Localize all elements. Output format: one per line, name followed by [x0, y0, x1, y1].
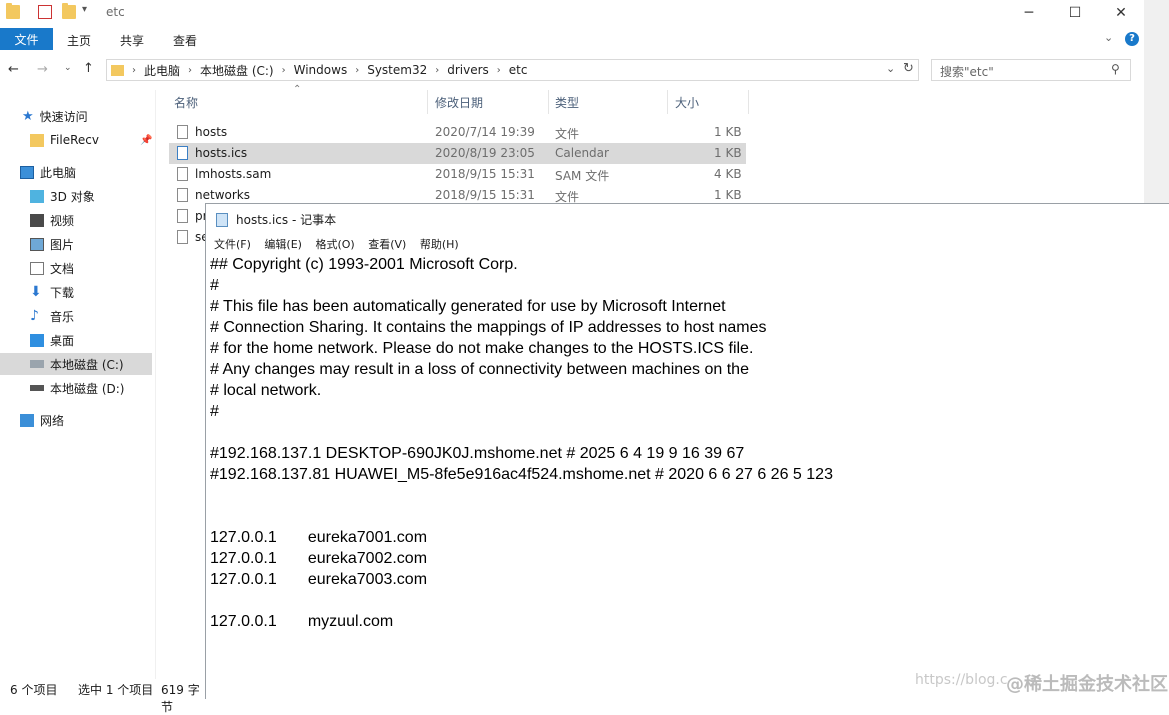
- document-icon: [30, 261, 44, 275]
- crumb-windows[interactable]: Windows: [294, 63, 348, 77]
- nav-drive-d[interactable]: 本地磁盘 (D:): [0, 377, 152, 399]
- forward-icon[interactable]: →: [37, 62, 48, 77]
- calendar-file-icon: [177, 146, 188, 160]
- notepad-titlebar: hosts.ics - 记事本: [216, 211, 336, 228]
- search-icon[interactable]: ⚲: [1111, 62, 1120, 76]
- crumb-system32[interactable]: System32: [367, 63, 427, 77]
- crumb-drive-c[interactable]: 本地磁盘 (C:): [200, 62, 274, 79]
- tab-share[interactable]: 共享: [120, 32, 144, 49]
- pin-icon: 📌: [140, 134, 153, 146]
- window-title: etc: [106, 5, 125, 19]
- back-icon[interactable]: ←: [8, 62, 19, 77]
- address-dropdown-icon[interactable]: ⌄: [886, 62, 895, 75]
- file-icon: [177, 125, 188, 139]
- star-icon: ★: [22, 108, 34, 124]
- pane-divider[interactable]: [155, 90, 156, 679]
- item-count: 6 个项目: [10, 683, 58, 697]
- notepad-title: hosts.ics - 记事本: [236, 213, 337, 227]
- status-bar: 6 个项目 选中 1 个项目 619 字节: [0, 679, 206, 714]
- video-icon: [30, 213, 44, 227]
- crumb-drivers[interactable]: drivers: [447, 63, 489, 77]
- picture-icon: [30, 237, 44, 251]
- folder-icon: [111, 64, 124, 76]
- column-type[interactable]: 类型: [555, 94, 579, 111]
- nav-filerecv[interactable]: FileRecv 📌: [0, 129, 152, 151]
- watermark-site: @稀土掘金技术社区: [1006, 674, 1168, 695]
- tab-file[interactable]: 文件: [0, 28, 53, 50]
- properties-icon[interactable]: [38, 5, 52, 19]
- new-folder-icon[interactable]: [62, 3, 76, 19]
- up-icon[interactable]: ↑: [83, 61, 94, 76]
- maximize-button[interactable]: ☐: [1052, 0, 1098, 26]
- computer-icon: [20, 165, 34, 179]
- nav-network[interactable]: 网络: [0, 409, 152, 431]
- nav-pictures[interactable]: 图片: [0, 233, 152, 255]
- cube-icon: [30, 189, 44, 203]
- help-icon[interactable]: ?: [1125, 32, 1139, 46]
- tab-view[interactable]: 查看: [173, 32, 197, 49]
- table-row[interactable]: hosts 2020/7/14 19:39 文件 1 KB: [169, 122, 746, 143]
- nav-quick-access[interactable]: ★ 快速访问: [0, 105, 152, 127]
- notepad-icon: [216, 212, 228, 227]
- menu-format[interactable]: 格式(O): [315, 238, 354, 251]
- recent-locations-icon[interactable]: ⌄: [64, 63, 72, 73]
- address-bar[interactable]: › 此电脑 › 本地磁盘 (C:) › Windows › System32 ›…: [106, 59, 919, 81]
- crumb-etc[interactable]: etc: [509, 63, 528, 77]
- column-name[interactable]: 名称: [174, 94, 198, 111]
- download-icon: ⬇: [30, 284, 42, 300]
- selected-size: 619 字节: [161, 683, 200, 714]
- folder-icon: [6, 3, 20, 19]
- column-modified[interactable]: 修改日期: [435, 94, 483, 111]
- notepad-text-area[interactable]: ## Copyright (c) 1993-2001 Microsoft Cor…: [210, 254, 833, 632]
- close-button[interactable]: ✕: [1098, 0, 1144, 26]
- menu-help[interactable]: 帮助(H): [420, 238, 459, 251]
- menu-file[interactable]: 文件(F): [214, 238, 251, 251]
- drive-icon: [30, 360, 44, 368]
- drive-icon: [30, 385, 44, 391]
- refresh-icon[interactable]: ↻: [903, 61, 914, 76]
- nav-music[interactable]: ♪ 音乐: [0, 305, 152, 327]
- expand-ribbon-icon[interactable]: ⌄: [1104, 31, 1113, 44]
- nav-this-pc[interactable]: 此电脑: [0, 161, 152, 183]
- nav-drive-c[interactable]: 本地磁盘 (C:): [0, 353, 152, 375]
- table-row[interactable]: networks 2018/9/15 15:31 文件 1 KB: [169, 185, 746, 203]
- selected-count: 选中 1 个项目: [78, 683, 154, 697]
- desktop-icon: [30, 333, 44, 347]
- file-icon: [177, 230, 188, 244]
- nav-documents[interactable]: 文档: [0, 257, 152, 279]
- menu-edit[interactable]: 编辑(E): [264, 238, 302, 251]
- nav-downloads[interactable]: ⬇ 下载: [0, 281, 152, 303]
- minimize-button[interactable]: ─: [1006, 0, 1052, 26]
- sort-ascending-icon: ⌃: [293, 84, 302, 95]
- file-icon: [177, 209, 188, 223]
- explorer-titlebar: ▾ etc ─ ☐ ✕: [0, 0, 1144, 26]
- notepad-menubar: 文件(F) 编辑(E) 格式(O) 查看(V) 帮助(H): [214, 236, 469, 252]
- column-size[interactable]: 大小: [675, 94, 699, 111]
- nav-desktop[interactable]: 桌面: [0, 329, 152, 351]
- menu-view[interactable]: 查看(V): [368, 238, 406, 251]
- nav-videos[interactable]: 视频: [0, 209, 152, 231]
- music-icon: ♪: [30, 308, 39, 324]
- crumb-this-pc[interactable]: 此电脑: [144, 62, 180, 79]
- network-icon: [20, 413, 34, 427]
- table-row[interactable]: lmhosts.sam 2018/9/15 15:31 SAM 文件 4 KB: [169, 164, 746, 185]
- watermark-url: https://blog.c: [915, 672, 1008, 688]
- tab-home[interactable]: 主页: [67, 32, 91, 49]
- nav-3d-objects[interactable]: 3D 对象: [0, 185, 152, 207]
- table-row[interactable]: pr: [169, 206, 208, 227]
- table-row[interactable]: hosts.ics 2020/8/19 23:05 Calendar 1 KB: [169, 143, 746, 164]
- folder-icon: [30, 133, 44, 147]
- file-icon: [177, 167, 188, 181]
- search-input[interactable]: 搜索"etc": [931, 59, 1131, 81]
- customize-toolbar-icon[interactable]: ▾: [82, 4, 87, 15]
- table-row[interactable]: se: [169, 227, 209, 248]
- notepad-window[interactable]: hosts.ics - 记事本 文件(F) 编辑(E) 格式(O) 查看(V) …: [205, 203, 1169, 699]
- file-icon: [177, 188, 188, 202]
